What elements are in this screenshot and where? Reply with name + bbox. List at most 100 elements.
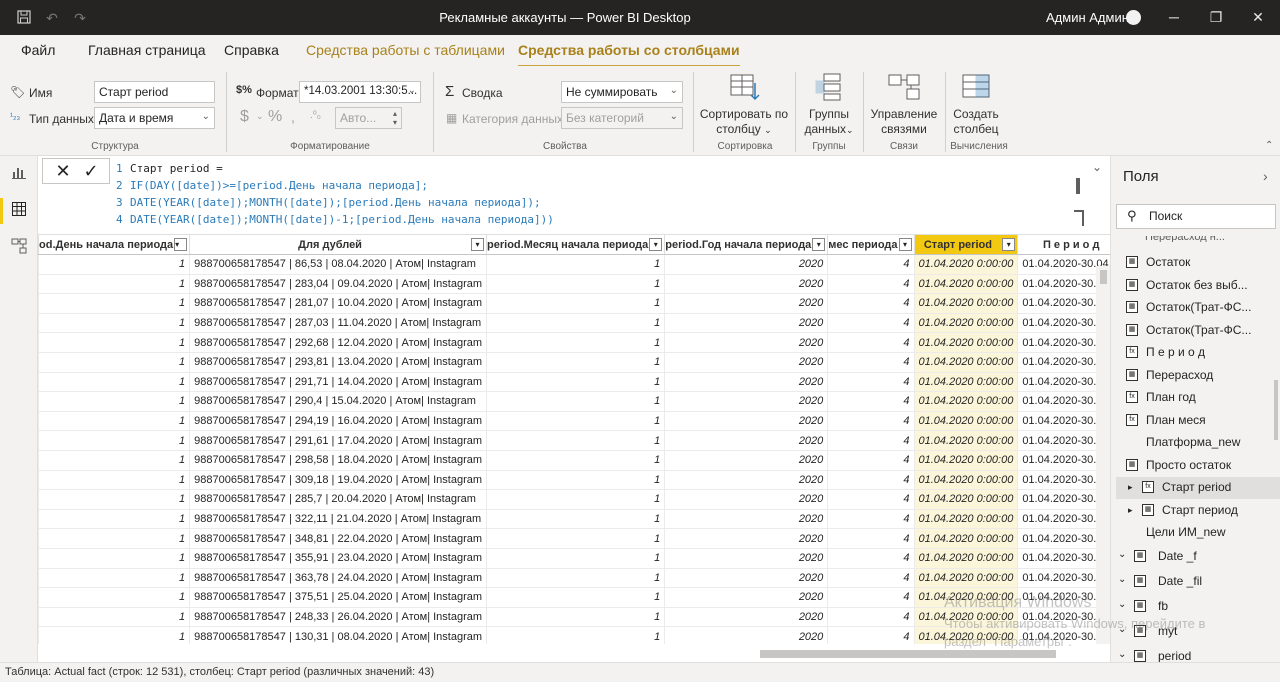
table-cell[interactable]: 1 [486, 606, 666, 628]
table-cell[interactable]: 988700658178547 | 291,71 | 14.04.2020 | … [189, 371, 488, 393]
table-cell[interactable]: 4 [827, 528, 915, 549]
table-cell[interactable]: 1 [486, 293, 666, 314]
table-cell[interactable]: 988700658178547 | 363,78 | 24.04.2020 | … [189, 567, 488, 589]
table-cell[interactable]: 1 [38, 567, 191, 589]
table-row[interactable]: 1 988700658178547 | 291,71 | 14.04.2020 |… [38, 371, 1110, 393]
column-header[interactable]: мес периода ▾ [827, 234, 915, 255]
table-cell[interactable]: 4 [827, 626, 915, 644]
table-cell[interactable]: 1 [486, 273, 666, 295]
table-row[interactable]: 1 988700658178547 | 348,81 | 22.04.2020 |… [38, 528, 1110, 549]
table-cell[interactable]: 1 [38, 293, 191, 314]
table-cell[interactable]: 988700658178547 | 285,7 | 20.04.2020 | А… [189, 489, 488, 510]
new-column-button[interactable]: Создать столбец [948, 73, 1004, 137]
table-cell[interactable]: 2020 [664, 391, 829, 412]
table-cell[interactable]: 1 [38, 449, 191, 471]
table-cell[interactable]: 988700658178547 | 322,11 | 21.04.2020 | … [189, 508, 488, 530]
table-row[interactable]: 1 988700658178547 | 285,7 | 20.04.2020 | … [38, 489, 1110, 510]
expand-arrow-icon[interactable]: ▸ [1128, 505, 1133, 516]
field-item[interactable]: ▦ Остаток без выб... [1116, 275, 1280, 297]
close-icon[interactable]: ✕ [1248, 7, 1268, 27]
name-input[interactable]: Старт period [94, 81, 215, 103]
table-cell[interactable]: 4 [827, 547, 915, 569]
table-cell[interactable]: 01.04.2020 0:00:00 [913, 489, 1019, 510]
table-cell[interactable]: 4 [827, 430, 915, 451]
table-row[interactable]: 1 988700658178547 | 290,4 | 15.04.2020 | … [38, 391, 1110, 412]
table-cell[interactable]: 4 [827, 606, 915, 628]
table-row[interactable]: 1 988700658178547 | 294,19 | 16.04.2020 |… [38, 410, 1110, 432]
table-cell[interactable]: 1 [38, 528, 191, 549]
format-select[interactable]: *14.03.2001 13:30:5... ⌄ [299, 81, 421, 103]
table-cell[interactable]: 988700658178547 | 355,91 | 23.04.2020 | … [189, 547, 488, 569]
table-cell[interactable]: 1 [486, 528, 666, 549]
tab-help[interactable]: Справка [224, 42, 279, 58]
chevron-down-icon[interactable]: ⌄ [1118, 574, 1126, 585]
table-row[interactable]: 1 988700658178547 | 292,68 | 12.04.2020 |… [38, 332, 1110, 353]
table-cell[interactable]: 01.04.2020 0:00:00 [913, 410, 1019, 432]
table-cell[interactable]: 988700658178547 | 291,61 | 17.04.2020 | … [189, 430, 488, 451]
cancel-formula-icon[interactable]: ✕ [51, 161, 75, 182]
table-cell[interactable]: 988700658178547 | 375,51 | 25.04.2020 | … [189, 587, 488, 608]
table-cell[interactable]: 1 [38, 312, 191, 334]
filter-dropdown-icon[interactable]: ▾ [174, 238, 188, 251]
table-row[interactable]: 1 988700658178547 | 293,81 | 13.04.2020 |… [38, 351, 1110, 373]
table-cell[interactable]: 1 [38, 626, 191, 644]
table-cell[interactable]: 988700658178547 | 348,81 | 22.04.2020 | … [189, 528, 488, 549]
expand-formula-icon[interactable]: ⌄ [1092, 160, 1102, 174]
chevron-right-icon[interactable]: › [1263, 168, 1268, 184]
table-cell[interactable]: 2020 [664, 312, 829, 334]
vertical-scrollbar[interactable] [1096, 266, 1110, 644]
table-cell[interactable]: 4 [827, 508, 915, 530]
filter-dropdown-icon[interactable]: ▾ [649, 238, 663, 251]
table-cell[interactable]: 2020 [664, 293, 829, 314]
table-cell[interactable]: 4 [827, 410, 915, 432]
table-row[interactable]: 1 988700658178547 | 291,61 | 17.04.2020 |… [38, 430, 1110, 451]
table-cell[interactable]: 988700658178547 | 281,07 | 10.04.2020 | … [189, 293, 488, 314]
table-cell[interactable]: 988700658178547 | 287,03 | 11.04.2020 | … [189, 312, 488, 334]
table-cell[interactable]: 1 [38, 489, 191, 510]
summary-select[interactable]: Не суммировать ⌄ [561, 81, 683, 103]
table-cell[interactable]: 4 [827, 332, 915, 353]
column-header[interactable]: Для дублей ▾ [189, 234, 488, 255]
fields-scroll-thumb[interactable] [1274, 380, 1278, 440]
table-cell[interactable]: 01.04.2020 0:00:00 [913, 371, 1019, 393]
currency-icon[interactable]: $ [240, 108, 249, 126]
table-cell[interactable]: 988700658178547 | 290,4 | 15.04.2020 | А… [189, 391, 488, 412]
commit-formula-icon[interactable]: ✓ [79, 161, 103, 182]
table-cell[interactable]: 1 [38, 587, 191, 608]
table-cell[interactable]: 1 [38, 391, 191, 412]
table-cell[interactable]: 01.04.2020 0:00:00 [913, 449, 1019, 471]
table-cell[interactable]: 2020 [664, 626, 829, 644]
vertical-scroll-thumb[interactable] [1100, 270, 1107, 284]
table-cell[interactable]: 2020 [664, 508, 829, 530]
table-cell[interactable]: 1 [38, 254, 191, 275]
table-cell[interactable]: 4 [827, 391, 915, 412]
decimals-input[interactable]: Авто... ▴ ▾ [335, 107, 402, 129]
table-cell[interactable]: 01.04.2020 0:00:00 [913, 528, 1019, 549]
table-cell[interactable]: 01.04.2020 0:00:00 [913, 508, 1019, 530]
user-name[interactable]: Админ Админ [1046, 10, 1129, 25]
table-cell[interactable]: 1 [486, 587, 666, 608]
table-cell[interactable]: 01.04.2020 0:00:00 [913, 547, 1019, 569]
table-cell[interactable]: 1 [38, 351, 191, 373]
field-item[interactable]: Платформа_new [1116, 432, 1280, 454]
table-cell[interactable]: 1 [486, 489, 666, 510]
table-cell[interactable]: 1 [486, 469, 666, 491]
table-cell[interactable]: 4 [827, 351, 915, 373]
table-cell[interactable]: 2020 [664, 469, 829, 491]
report-view-icon[interactable] [10, 164, 28, 182]
table-item[interactable]: ⌄ ▦ Date _fil [1116, 571, 1280, 593]
table-cell[interactable]: 988700658178547 | 292,68 | 12.04.2020 | … [189, 332, 488, 353]
tab-column-tools[interactable]: Средства работы со столбцами [518, 42, 740, 68]
table-cell[interactable]: 2020 [664, 332, 829, 353]
table-cell[interactable]: 4 [827, 587, 915, 608]
table-cell[interactable]: 988700658178547 | 283,04 | 09.04.2020 | … [189, 273, 488, 295]
table-cell[interactable]: 2020 [664, 254, 829, 275]
table-row[interactable]: 1 988700658178547 | 355,91 | 23.04.2020 |… [38, 547, 1110, 569]
table-cell[interactable]: 2020 [664, 547, 829, 569]
table-cell[interactable]: 01.04.2020 0:00:00 [913, 351, 1019, 373]
table-cell[interactable]: 4 [827, 449, 915, 471]
table-cell[interactable]: 2020 [664, 273, 829, 295]
table-cell[interactable]: 2020 [664, 489, 829, 510]
table-cell[interactable]: 1 [486, 508, 666, 530]
table-cell[interactable]: 1 [38, 469, 191, 491]
